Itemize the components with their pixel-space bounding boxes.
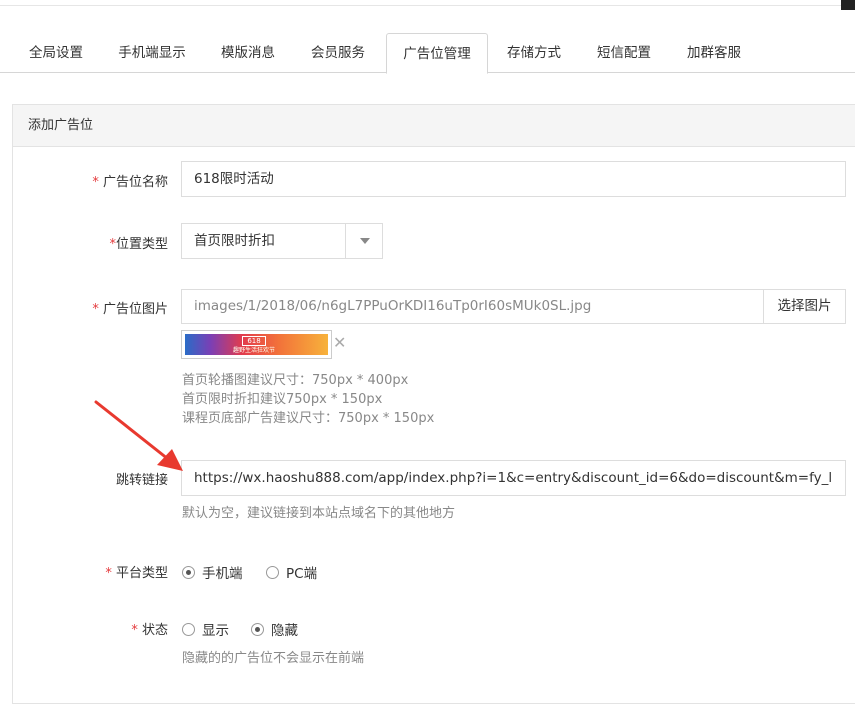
status-help: 隐藏的的广告位不会显示在前端 bbox=[182, 651, 365, 666]
tab-global-settings[interactable]: 全局设置 bbox=[14, 33, 98, 73]
position-type-label: *位置类型 bbox=[109, 237, 168, 252]
chevron-down-icon bbox=[360, 238, 370, 244]
radio-checked-icon bbox=[182, 565, 195, 579]
window-corner bbox=[841, 0, 855, 10]
position-type-value: 首页限时折扣 bbox=[194, 233, 275, 249]
status-show-radio[interactable]: 显示 bbox=[182, 619, 229, 639]
thumb-badge: 618 bbox=[242, 336, 266, 346]
settings-tabs: 全局设置 手机端显示 模版消息 会员服务 广告位管理 存储方式 短信配置 加群客… bbox=[0, 33, 855, 74]
platform-mobile-radio[interactable]: 手机端 bbox=[182, 562, 243, 582]
radio-unchecked-icon bbox=[182, 622, 195, 636]
image-help-2: 首页限时折扣建议750px * 150px bbox=[182, 392, 383, 407]
radio-checked-icon bbox=[251, 622, 264, 636]
panel-title: 添加广告位 bbox=[13, 105, 855, 147]
tab-mobile-display[interactable]: 手机端显示 bbox=[104, 33, 200, 73]
remove-image-icon[interactable]: ✕ bbox=[333, 334, 346, 352]
status-hide-radio[interactable]: 隐藏 bbox=[251, 619, 298, 639]
ad-image-path-input[interactable]: images/1/2018/06/n6gL7PPuOrKDI16uTp0rI60… bbox=[181, 289, 764, 324]
platform-pc-radio[interactable]: PC端 bbox=[266, 562, 317, 582]
platform-label: * 平台类型 bbox=[105, 566, 168, 581]
annotation-arrow-icon bbox=[94, 400, 183, 471]
thumb-caption: 趣野生活狂欢节 bbox=[233, 347, 276, 354]
required-mark: * bbox=[92, 175, 99, 190]
tab-storage[interactable]: 存储方式 bbox=[492, 33, 576, 73]
link-input[interactable]: https://wx.haoshu888.com/app/index.php?i… bbox=[181, 460, 846, 496]
status-label: * 状态 bbox=[131, 623, 168, 638]
image-help-1: 首页轮播图建议尺寸：750px * 400px bbox=[182, 373, 409, 388]
tab-ad-management[interactable]: 广告位管理 bbox=[386, 33, 488, 74]
ad-name-label: * 广告位名称 bbox=[92, 175, 168, 190]
window-top-bar bbox=[0, 0, 855, 12]
radio-unchecked-icon bbox=[266, 565, 279, 579]
ad-image-thumbnail: 618 趣野生活狂欢节 bbox=[181, 330, 332, 359]
ad-image-label: * 广告位图片 bbox=[92, 302, 168, 317]
ad-name-input[interactable]: 618限时活动 bbox=[181, 161, 846, 197]
tab-group-service[interactable]: 加群客服 bbox=[672, 33, 756, 73]
tab-template-messages[interactable]: 模版消息 bbox=[206, 33, 290, 73]
image-help-3: 课程页底部广告建议尺寸：750px * 150px bbox=[182, 411, 435, 426]
tab-sms-config[interactable]: 短信配置 bbox=[582, 33, 666, 73]
tab-member-service[interactable]: 会员服务 bbox=[296, 33, 380, 73]
link-help: 默认为空，建议链接到本站点域名下的其他地方 bbox=[182, 506, 456, 521]
position-type-select[interactable]: 首页限时折扣 bbox=[181, 223, 383, 259]
choose-image-button[interactable]: 选择图片 bbox=[763, 289, 846, 324]
